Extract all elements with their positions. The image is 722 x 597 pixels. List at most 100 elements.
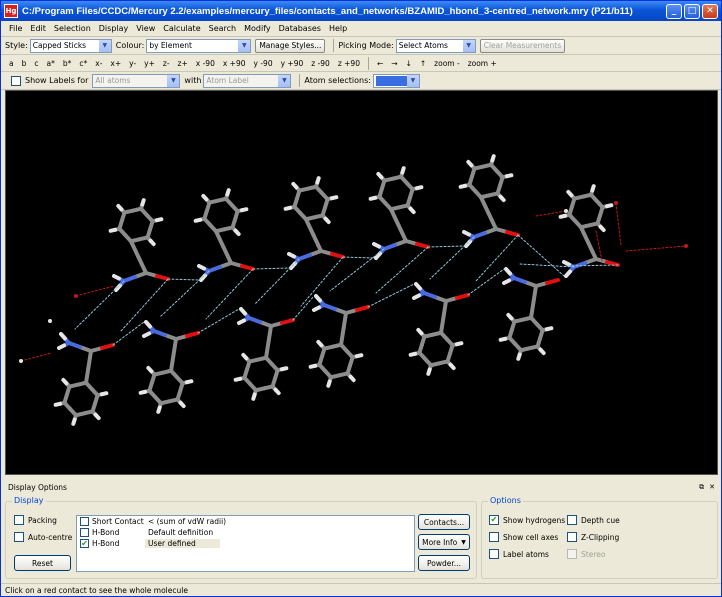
hbond-contact (342, 256, 375, 259)
labels-for-value: All atoms (95, 76, 131, 85)
rotate-z-plus-button[interactable]: z+ (174, 59, 192, 68)
zoom-out-button[interactable]: zoom - (430, 59, 464, 68)
auto-centre-row[interactable]: Auto-centre (14, 532, 72, 542)
view-b-button[interactable]: b (18, 59, 31, 68)
bond (529, 299, 536, 320)
close-button[interactable]: ✕ (702, 3, 718, 19)
structure-viewer[interactable] (5, 90, 718, 475)
rotate-x-minus-button[interactable]: x- (91, 59, 106, 68)
rotate-y-plus-90-button[interactable]: y +90 (277, 59, 308, 68)
bond (558, 213, 568, 219)
float-panel-icon[interactable]: ⧉ (699, 483, 704, 492)
translate-down-icon[interactable]: ↓ (402, 59, 416, 68)
menu-databases[interactable]: Databases (275, 24, 325, 33)
rotate-y-minus-90-button[interactable]: y -90 (250, 59, 277, 68)
rotate-x-plus-90-button[interactable]: x +90 (219, 59, 250, 68)
list-item[interactable]: H-Bond Default definition (77, 527, 414, 538)
style-value: Capped Sticks (32, 41, 87, 50)
auto-centre-checkbox[interactable] (14, 532, 24, 542)
translate-up-icon[interactable]: ↑ (416, 59, 430, 68)
menu-view[interactable]: View (132, 24, 159, 33)
translate-left-icon[interactable]: ← (373, 59, 387, 68)
translate-right-icon[interactable]: → (387, 59, 401, 68)
bond (314, 294, 322, 303)
rotate-z-minus-button[interactable]: z- (159, 59, 174, 68)
atom-selections-dropdown[interactable]: ▼ (372, 73, 420, 88)
show-labels-checkbox[interactable] (11, 75, 21, 86)
stereo-checkbox[interactable] (567, 549, 577, 559)
view-c-button[interactable]: c (30, 59, 42, 68)
packing-row[interactable]: Packing (14, 515, 57, 525)
red-contact (75, 285, 115, 297)
picking-mode-dropdown[interactable]: Select Atoms ▼ (395, 38, 476, 53)
rotate-y-minus-button[interactable]: y- (125, 59, 140, 68)
menu-help[interactable]: Help (325, 24, 351, 33)
z-clipping-row[interactable]: Z-Clipping (567, 532, 619, 542)
rotate-x-minus-90-button[interactable]: x -90 (192, 59, 219, 68)
minimize-button[interactable]: _ (666, 3, 682, 19)
contact-definition: < (sum of vdW radii) (148, 517, 227, 526)
maximize-button[interactable]: □ (684, 3, 700, 19)
depth-cue-checkbox[interactable] (567, 515, 577, 525)
rotate-y-plus-button[interactable]: y+ (140, 59, 159, 68)
stereo-row[interactable]: Stereo (567, 549, 605, 559)
contacts-button[interactable]: Contacts... (418, 514, 470, 530)
zoom-in-button[interactable]: zoom + (464, 59, 501, 68)
packing-checkbox[interactable] (14, 515, 24, 525)
bond (240, 264, 255, 271)
show-hydrogens-checkbox[interactable]: ✔ (489, 515, 499, 525)
bond (225, 188, 231, 197)
contact-checkbox[interactable] (80, 528, 89, 537)
menu-selection[interactable]: Selection (50, 24, 95, 33)
list-item[interactable]: Short Contact < (sum of vdW radii) (77, 516, 414, 527)
title-bar[interactable]: Hg C:/Program Files/CCDC/Mercury 2.2/exa… (1, 1, 721, 21)
bond (376, 171, 384, 180)
label-atoms-checkbox[interactable] (489, 549, 499, 559)
menu-modify[interactable]: Modify (240, 24, 275, 33)
more-info-button[interactable]: More Info ▼ (418, 534, 470, 550)
contacts-list[interactable]: Short Contact < (sum of vdW radii) H-Bon… (76, 515, 415, 572)
style-dropdown[interactable]: Capped Sticks ▼ (29, 38, 112, 53)
bond (71, 417, 77, 426)
bond (185, 331, 200, 338)
rotate-x-plus-button[interactable]: x+ (106, 59, 125, 68)
labels-for-dropdown[interactable]: All atoms ▼ (92, 73, 181, 88)
show-cell-axes-label: Show cell axes (503, 532, 559, 542)
contact-checkbox[interactable]: ✔ (80, 539, 89, 548)
show-cell-axes-row[interactable]: Show cell axes (489, 532, 558, 542)
show-cell-axes-checkbox[interactable] (489, 532, 499, 542)
list-item[interactable]: ✔ H-Bond User defined (77, 538, 414, 549)
show-hydrogens-row[interactable]: ✔ Show hydrogens (489, 515, 565, 525)
view-a-star-button[interactable]: a* (43, 59, 59, 68)
menu-search[interactable]: Search (205, 24, 240, 33)
label-atoms-row[interactable]: Label atoms (489, 549, 549, 559)
bond (291, 181, 299, 190)
view-a-button[interactable]: a (5, 59, 18, 68)
view-b-star-button[interactable]: b* (59, 59, 76, 68)
close-panel-icon[interactable]: ✕ (709, 483, 715, 492)
menu-display[interactable]: Display (95, 24, 133, 33)
label-type-dropdown[interactable]: Atom Label ▼ (203, 73, 292, 88)
menu-file[interactable]: File (5, 24, 26, 33)
status-bar: Click on a red contact to see the whole … (1, 583, 721, 597)
rotate-z-minus-90-button[interactable]: z -90 (307, 59, 334, 68)
rotate-z-plus-90-button[interactable]: z +90 (334, 59, 364, 68)
style-toolbar: Style: Capped Sticks ▼ Colour: by Elemen… (1, 37, 721, 55)
contact-checkbox[interactable] (80, 517, 89, 526)
bond (144, 320, 152, 329)
depth-cue-row[interactable]: Depth cue (567, 515, 620, 525)
hbond-contact (467, 268, 505, 296)
bond (57, 343, 66, 350)
contact-atom (19, 359, 23, 363)
reset-button[interactable]: Reset (14, 555, 71, 571)
powder-button[interactable]: Powder... (418, 555, 470, 571)
clear-measurements-button[interactable]: Clear Measurements (479, 38, 566, 53)
menu-calculate[interactable]: Calculate (159, 24, 204, 33)
view-c-star-button[interactable]: c* (75, 59, 91, 68)
z-clipping-checkbox[interactable] (567, 532, 577, 542)
colour-dropdown[interactable]: by Element ▼ (146, 38, 252, 53)
manage-styles-button[interactable]: Manage Styles... (255, 38, 326, 53)
molecule-canvas[interactable] (6, 91, 719, 476)
menu-edit[interactable]: Edit (26, 24, 50, 33)
bond (448, 362, 456, 371)
